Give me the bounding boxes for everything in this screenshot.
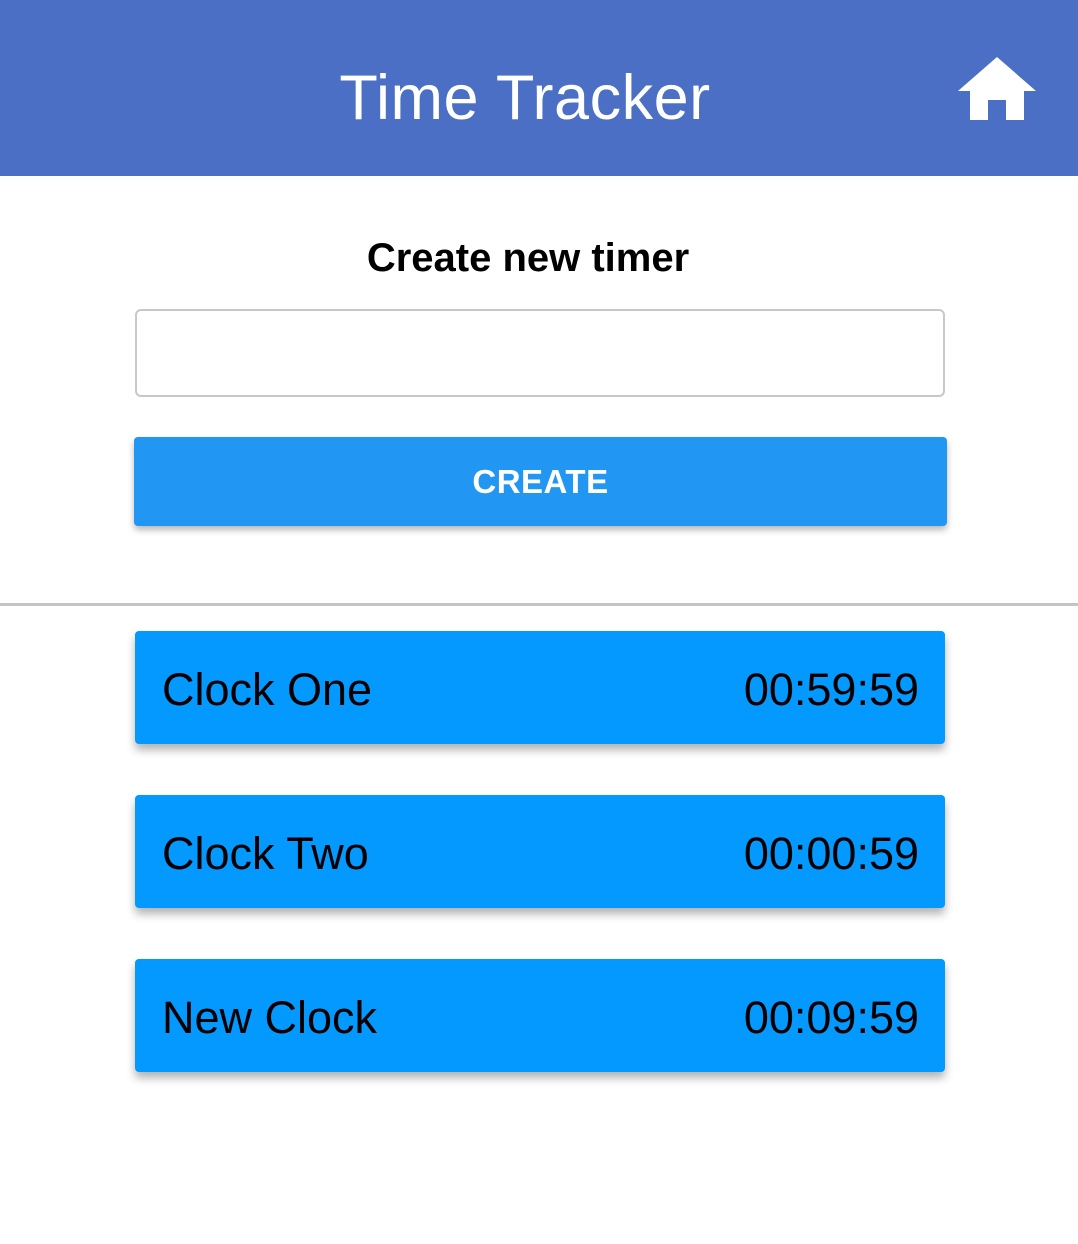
app-title: Time Tracker bbox=[339, 63, 711, 133]
create-button[interactable]: CREATE bbox=[134, 437, 947, 526]
timer-name: Clock Two bbox=[162, 828, 369, 879]
home-button[interactable] bbox=[954, 54, 1040, 126]
timer-list: Clock One 00:59:59 Clock Two 00:00:59 Ne… bbox=[135, 631, 945, 1123]
timer-item[interactable]: Clock Two 00:00:59 bbox=[135, 795, 945, 908]
timer-name: Clock One bbox=[162, 664, 373, 715]
timer-name-input[interactable] bbox=[135, 309, 945, 397]
create-timer-heading: Create new timer bbox=[366, 236, 690, 280]
timer-item[interactable]: Clock One 00:59:59 bbox=[135, 631, 945, 744]
timer-time: 00:09:59 bbox=[743, 992, 919, 1043]
timer-time: 00:00:59 bbox=[743, 828, 919, 879]
divider bbox=[0, 603, 1078, 606]
timer-item[interactable]: New Clock 00:09:59 bbox=[135, 959, 945, 1072]
app-bar: Time Tracker bbox=[0, 0, 1078, 176]
timer-time: 00:59:59 bbox=[743, 664, 919, 715]
home-icon bbox=[954, 54, 1040, 126]
timer-name: New Clock bbox=[162, 992, 378, 1043]
